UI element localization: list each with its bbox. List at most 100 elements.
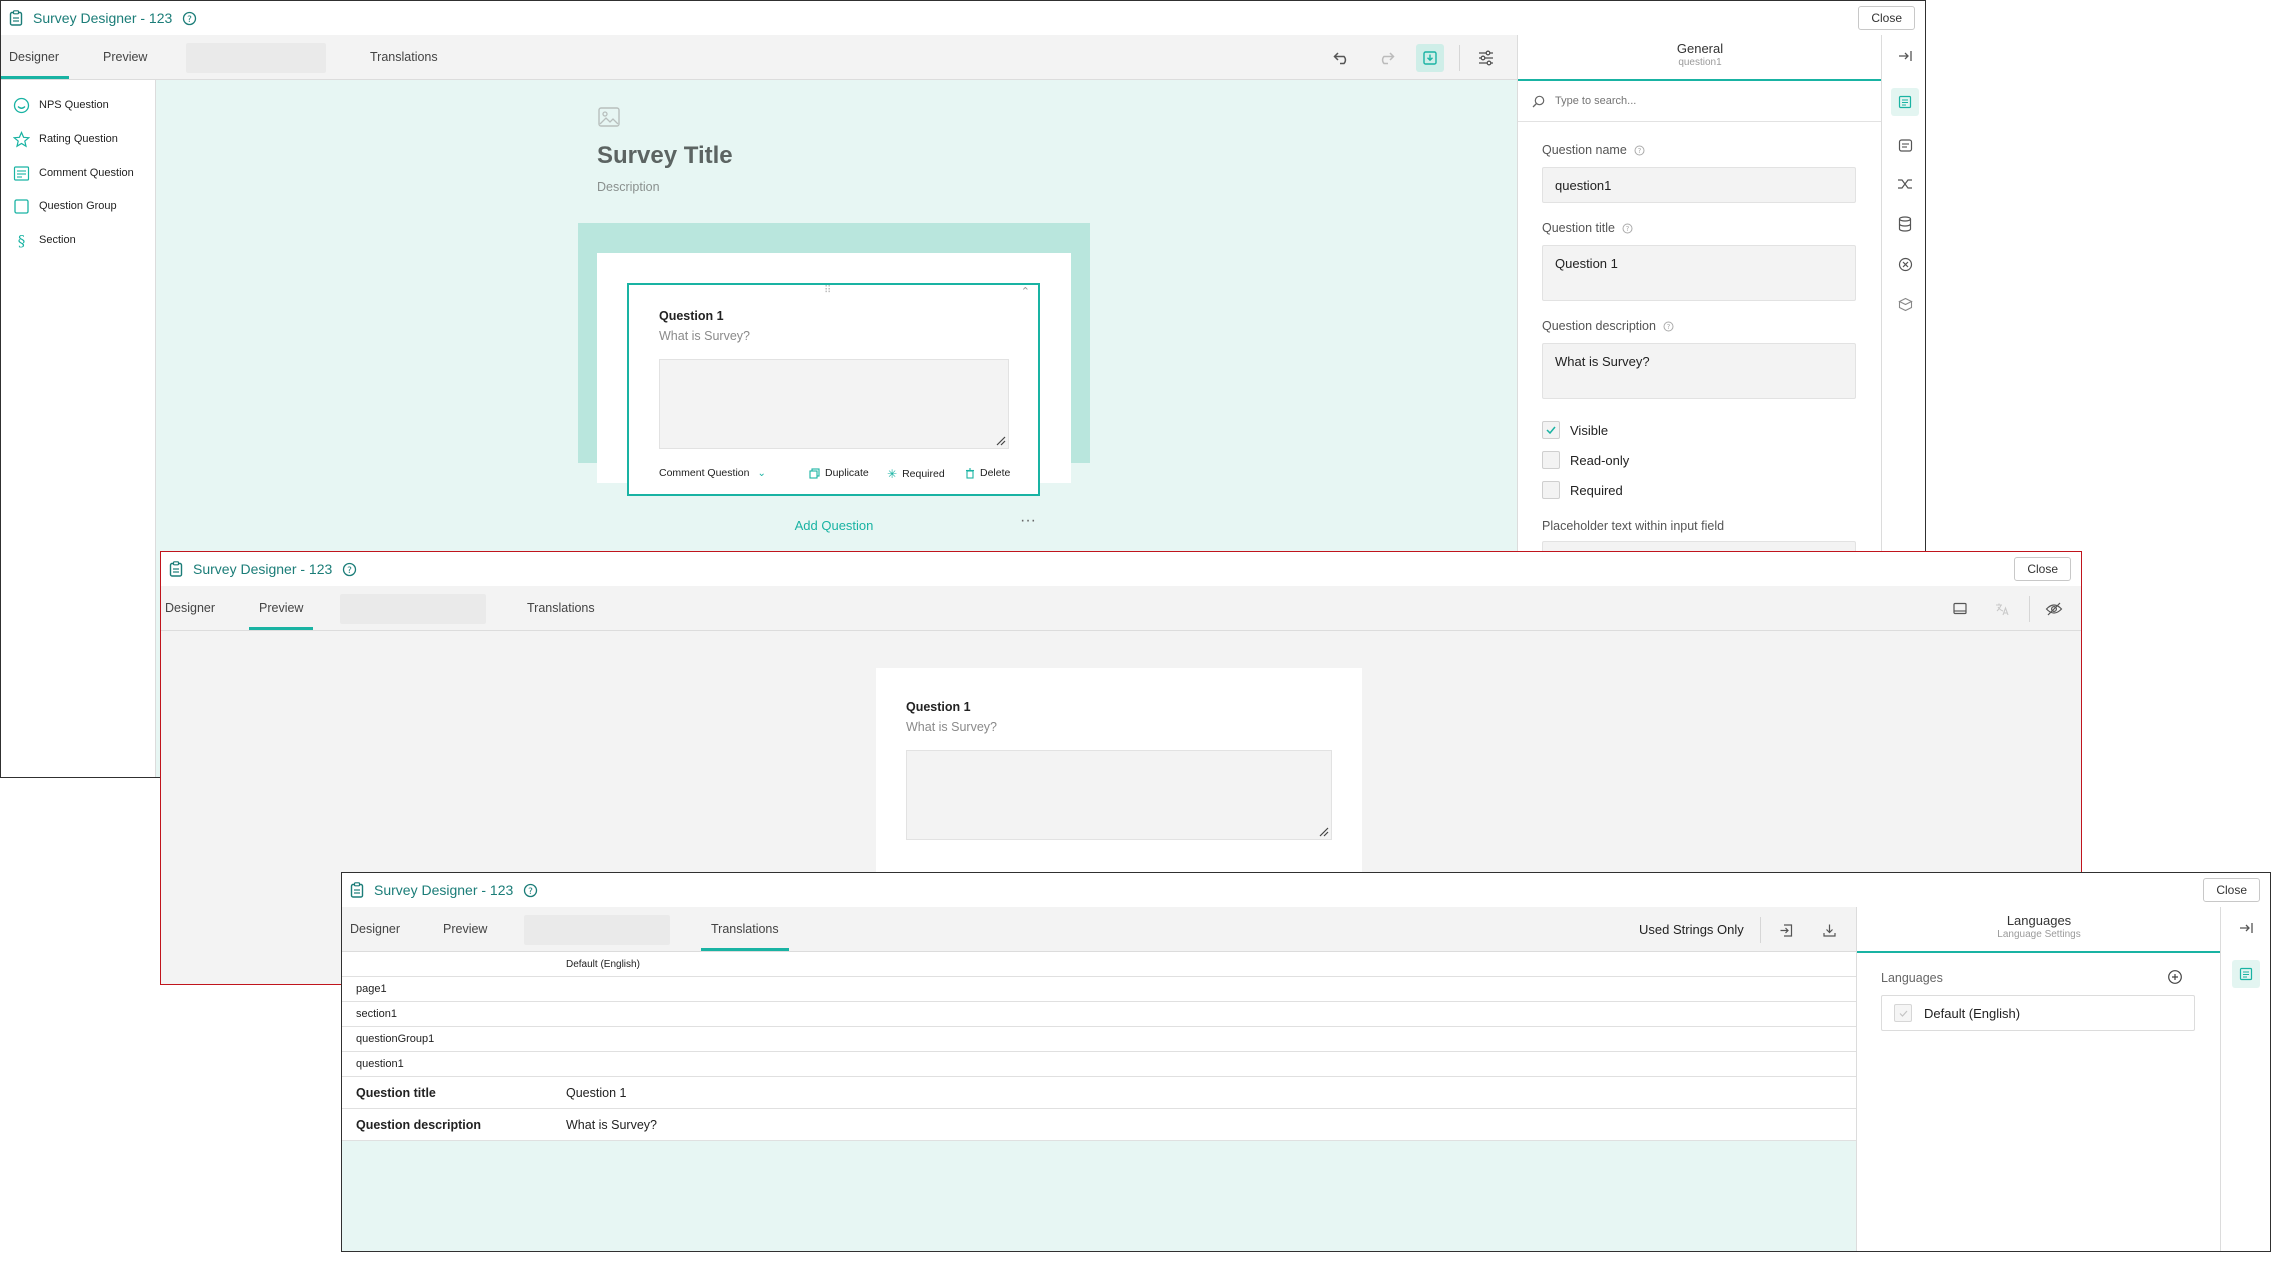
- tab-translations[interactable]: Translations: [370, 35, 438, 79]
- languages-label: Languages: [1881, 971, 1943, 985]
- table-row[interactable]: Question description What is Survey?: [342, 1109, 1856, 1141]
- help-icon[interactable]: ?: [523, 883, 538, 898]
- panel-subheading: question1: [1678, 57, 1722, 68]
- image-placeholder-icon[interactable]: [597, 105, 621, 134]
- tab-bar: Designer Preview Translations: [1, 35, 1517, 80]
- circle-x-icon[interactable]: [1894, 253, 1916, 275]
- more-options-icon[interactable]: ···: [1020, 512, 1036, 530]
- used-strings-toggle[interactable]: Used Strings Only: [1639, 907, 1744, 951]
- question-description-input[interactable]: What is Survey?: [1542, 343, 1856, 399]
- collapse-icon[interactable]: ⌃: [1021, 285, 1030, 298]
- tab-translations[interactable]: Translations: [527, 586, 595, 630]
- close-button[interactable]: Close: [1858, 6, 1915, 30]
- tab-translations[interactable]: Translations: [701, 907, 789, 951]
- database-icon[interactable]: [1894, 213, 1916, 235]
- required-checkbox[interactable]: Required: [1542, 481, 1623, 499]
- delete-label: Delete: [980, 467, 1011, 479]
- close-button[interactable]: Close: [2203, 878, 2260, 902]
- smiley-icon: [13, 97, 30, 113]
- question-title: Question 1: [906, 700, 971, 714]
- drag-handle-icon[interactable]: ⠿: [824, 285, 831, 296]
- search-input[interactable]: [1553, 94, 1857, 108]
- delete-button[interactable]: Delete: [965, 467, 1010, 479]
- undo-icon[interactable]: [1331, 47, 1353, 69]
- redo-icon[interactable]: [1375, 47, 1397, 69]
- table-row[interactable]: question1: [342, 1052, 1856, 1077]
- comment-textarea[interactable]: [906, 750, 1332, 840]
- toolbox-item-nps[interactable]: NPS Question: [13, 94, 109, 116]
- language-icon[interactable]: [1991, 598, 2013, 620]
- import-icon[interactable]: [1775, 919, 1797, 941]
- required-button[interactable]: ✳ Required: [887, 467, 945, 481]
- checkbox-unchecked[interactable]: [1542, 481, 1560, 499]
- row-key: question1: [356, 1058, 404, 1070]
- table-row[interactable]: Question title Question 1: [342, 1077, 1856, 1109]
- add-question-button[interactable]: Add Question: [597, 518, 1071, 533]
- language-item[interactable]: Default (English): [1881, 995, 2195, 1031]
- language-name: Default (English): [1924, 1005, 2021, 1021]
- tab-preview[interactable]: Preview: [103, 35, 147, 79]
- readonly-checkbox[interactable]: Read-only: [1542, 451, 1629, 469]
- window-title: Survey Designer - 123: [193, 561, 333, 577]
- tab-preview[interactable]: Preview: [443, 907, 487, 951]
- comment-textarea[interactable]: [659, 359, 1009, 449]
- toolbox-label: Rating Question: [39, 133, 118, 145]
- collapse-panel-icon[interactable]: [1894, 45, 1916, 67]
- toolbox-item-comment[interactable]: Comment Question: [13, 162, 134, 184]
- page-frame: ⠿ ⌃ Question 1 What is Survey? Comment Q…: [578, 223, 1090, 533]
- collapse-panel-icon[interactable]: [2235, 917, 2257, 939]
- tab-designer[interactable]: Designer: [165, 586, 215, 630]
- tab-bar: Designer Preview Translations Used Strin…: [342, 907, 1856, 952]
- help-icon[interactable]: ?: [342, 562, 357, 577]
- question-name-label: Question name ?: [1542, 143, 1645, 157]
- tab-placeholder: [340, 594, 486, 624]
- table-row[interactable]: questionGroup1: [342, 1027, 1856, 1052]
- row-value[interactable]: What is Survey?: [566, 1118, 657, 1132]
- question-title[interactable]: Question 1: [659, 309, 724, 323]
- window-title: Survey Designer - 123: [33, 10, 173, 26]
- save-icon[interactable]: [1416, 44, 1444, 72]
- shuffle-icon[interactable]: [1894, 173, 1916, 195]
- row-value[interactable]: Question 1: [566, 1086, 626, 1100]
- cube-icon[interactable]: [1894, 293, 1916, 315]
- svg-text:?: ?: [1637, 147, 1641, 155]
- question-card[interactable]: ⠿ ⌃ Question 1 What is Survey? Comment Q…: [627, 283, 1040, 496]
- tab-bar: Designer Preview Translations: [161, 586, 2081, 631]
- close-button[interactable]: Close: [2014, 557, 2071, 581]
- logic-icon[interactable]: [1894, 134, 1916, 156]
- help-icon[interactable]: ?: [182, 11, 197, 26]
- table-row[interactable]: section1: [342, 1002, 1856, 1027]
- svg-text:?: ?: [347, 566, 352, 576]
- download-icon[interactable]: [1818, 919, 1840, 941]
- tab-designer[interactable]: Designer: [1, 35, 70, 79]
- table-row[interactable]: page1: [342, 977, 1856, 1002]
- row-key: questionGroup1: [356, 1033, 435, 1045]
- question-name-input[interactable]: question1: [1542, 167, 1856, 203]
- resize-grip-icon: [996, 436, 1006, 446]
- settings-sliders-icon[interactable]: [1475, 47, 1497, 69]
- visible-checkbox[interactable]: Visible: [1542, 421, 1608, 439]
- eye-off-icon[interactable]: [2043, 598, 2065, 620]
- toolbox: NPS Question Rating Question Comment Que…: [1, 80, 156, 777]
- tab-preview[interactable]: Preview: [248, 586, 315, 630]
- general-tab-icon[interactable]: [1891, 88, 1919, 116]
- question-type-dropdown[interactable]: Comment Question ⌄: [659, 467, 766, 479]
- survey-description[interactable]: Description: [597, 180, 660, 194]
- trash-icon: [966, 467, 974, 479]
- survey-title[interactable]: Survey Title: [597, 142, 733, 170]
- language-settings-icon[interactable]: [2232, 960, 2260, 988]
- add-language-icon[interactable]: [2167, 969, 2183, 990]
- toolbox-item-group[interactable]: Question Group: [13, 195, 117, 217]
- toolbox-item-rating[interactable]: Rating Question: [13, 128, 118, 150]
- toolbox-item-section[interactable]: § Section: [13, 229, 76, 251]
- title-bar: Survey Designer - 123 ? Close: [1, 1, 1925, 36]
- device-icon[interactable]: [1949, 598, 1971, 620]
- svg-text:?: ?: [187, 15, 192, 25]
- tab-designer[interactable]: Designer: [350, 907, 400, 951]
- question-title-input[interactable]: Question 1: [1542, 245, 1856, 301]
- checkbox-unchecked[interactable]: [1542, 451, 1560, 469]
- checkbox-checked[interactable]: [1542, 421, 1560, 439]
- toolbar-divider: [1760, 917, 1761, 943]
- duplicate-button[interactable]: Duplicate: [809, 467, 869, 479]
- question-description[interactable]: What is Survey?: [659, 329, 750, 343]
